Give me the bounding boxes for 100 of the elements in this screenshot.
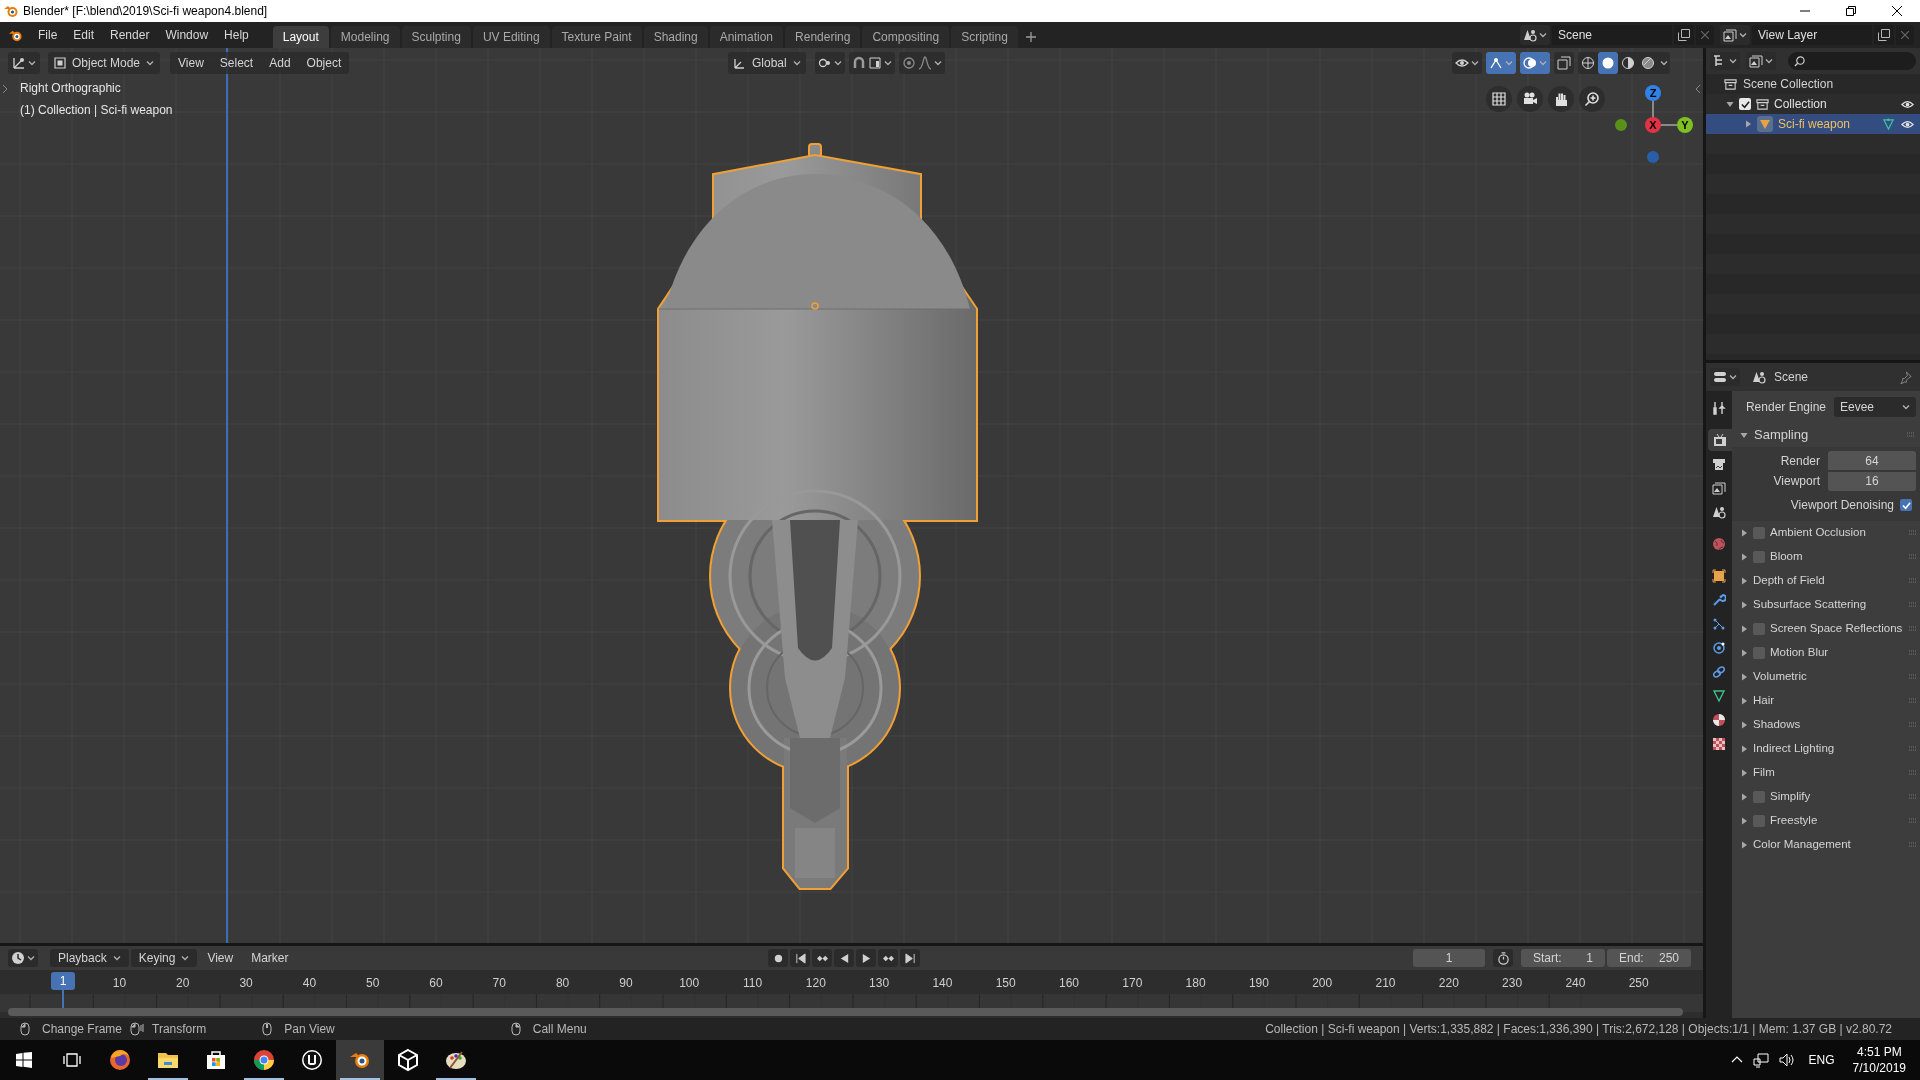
menu-item[interactable]: Object <box>298 52 350 74</box>
workspace-tab[interactable]: Shading <box>643 26 708 48</box>
panel-header[interactable]: Hair <box>1732 689 1920 713</box>
gizmo-button[interactable] <box>1486 52 1516 74</box>
drag-handle-icon[interactable] <box>1908 674 1916 680</box>
drag-handle-icon[interactable] <box>1908 770 1916 776</box>
collapsed-arrow-icon[interactable] <box>1740 649 1748 657</box>
pin-icon[interactable] <box>1899 370 1912 384</box>
playhead-frame[interactable]: 1 <box>51 972 75 990</box>
new-copy-button[interactable] <box>1674 25 1694 45</box>
panel-header[interactable]: Ambient Occlusion <box>1732 521 1920 545</box>
editor-type-button[interactable] <box>1710 368 1740 386</box>
jump-end-button[interactable] <box>900 949 920 967</box>
menu-item[interactable]: Select <box>211 52 262 74</box>
editor-type-button[interactable] <box>8 949 38 967</box>
outliner-row[interactable]: Sci-fi weapon <box>1706 114 1920 134</box>
panel-header[interactable]: Film <box>1732 761 1920 785</box>
outliner-row[interactable]: Collection <box>1706 94 1920 114</box>
workspace-tab[interactable]: Animation <box>709 26 784 48</box>
expanded-arrow-icon[interactable] <box>1726 100 1734 108</box>
display-mode-button[interactable] <box>1746 52 1776 70</box>
scene-field[interactable]: Scene <box>1552 25 1672 45</box>
sidebar-toggle-icon[interactable] <box>1695 84 1701 94</box>
play-reverse-button[interactable] <box>834 949 854 967</box>
language-indicator[interactable]: ENG <box>1808 1051 1835 1069</box>
new-copy-button[interactable] <box>1874 25 1894 45</box>
checkbox[interactable] <box>1900 499 1912 511</box>
overlays-button[interactable] <box>1520 52 1550 74</box>
menu-dropdown[interactable]: Playback <box>50 949 129 967</box>
network-icon[interactable] <box>1752 1052 1769 1068</box>
collapsed-arrow-icon[interactable] <box>1740 673 1748 681</box>
record-button[interactable] <box>768 949 788 967</box>
workspace-tab[interactable]: Sculpting <box>401 26 471 48</box>
search-field[interactable] <box>1788 52 1916 70</box>
workspace-tab[interactable]: UV Editing <box>472 26 550 48</box>
horizontal-scrollbar[interactable] <box>8 1008 1683 1016</box>
editor-type-button[interactable] <box>8 52 40 74</box>
checkbox[interactable] <box>1753 647 1765 659</box>
panel-header[interactable]: Simplify <box>1732 785 1920 809</box>
camera-button[interactable] <box>1517 86 1543 112</box>
sidebar-toggle-icon[interactable] <box>2 84 8 94</box>
drag-handle-icon[interactable] <box>1908 722 1916 728</box>
outliner-item[interactable]: Scene Collection <box>1743 75 1834 93</box>
collapsed-arrow-icon[interactable] <box>1740 817 1748 825</box>
drag-handle-icon[interactable] <box>1908 626 1916 632</box>
collapsed-arrow-icon[interactable] <box>1740 601 1748 609</box>
drag-handle-icon[interactable] <box>1908 650 1916 656</box>
taskbar-app-button[interactable] <box>336 1040 384 1080</box>
drag-handle-icon[interactable] <box>1908 746 1916 752</box>
editor-type-button[interactable] <box>1710 52 1740 70</box>
menu-item[interactable]: Marker <box>243 949 297 967</box>
clock-button[interactable]: 4:51 PM 7/10/2019 <box>1848 1044 1910 1076</box>
panel-header[interactable]: Depth of Field <box>1732 569 1920 593</box>
workspace-tab[interactable]: Texture Paint <box>551 26 642 48</box>
transform-orientation-dropdown[interactable]: Global <box>728 52 806 74</box>
previous-keyframe-button[interactable] <box>812 949 832 967</box>
view-layer-field[interactable]: View Layer <box>1752 25 1872 45</box>
grid-button[interactable] <box>1486 86 1512 112</box>
checkbox[interactable] <box>1753 527 1765 539</box>
next-keyframe-button[interactable] <box>878 949 898 967</box>
visibility-button[interactable] <box>1452 52 1482 74</box>
menu-item[interactable]: View <box>199 949 242 967</box>
current-frame-field[interactable]: 1 <box>1413 949 1485 967</box>
drag-handle-icon[interactable] <box>1908 794 1916 800</box>
checkbox[interactable] <box>1753 815 1765 827</box>
number-field[interactable]: 64 <box>1828 451 1916 470</box>
preview-range-button[interactable] <box>1493 949 1513 967</box>
panel-header[interactable]: Subsurface Scattering <box>1732 593 1920 617</box>
panel-header[interactable]: Indirect Lighting <box>1732 737 1920 761</box>
volume-icon[interactable] <box>1778 1052 1795 1068</box>
checkbox[interactable] <box>1739 98 1751 110</box>
collapsed-arrow-icon[interactable] <box>1740 793 1748 801</box>
end-frame-field[interactable]: End: 250 <box>1607 949 1691 967</box>
axis-handle[interactable]: X <box>1645 117 1661 133</box>
workspace-tab[interactable]: Layout <box>272 26 329 48</box>
jump-start-button[interactable] <box>790 949 810 967</box>
view-layer-selector[interactable] <box>1720 25 1750 45</box>
collapsed-arrow-icon[interactable] <box>1740 745 1748 753</box>
start-frame-field[interactable]: Start: 1 <box>1521 949 1605 967</box>
drag-handle-icon[interactable] <box>1908 842 1916 848</box>
menu-item[interactable]: Add <box>261 52 299 74</box>
scene-selector[interactable] <box>1520 25 1550 45</box>
menu-item[interactable]: Render <box>102 22 158 48</box>
checkbox[interactable] <box>1753 623 1765 635</box>
workspace-tab[interactable]: Compositing <box>862 26 950 48</box>
panel-header[interactable]: Freestyle <box>1732 809 1920 833</box>
panel-header[interactable]: Sampling <box>1732 423 1920 447</box>
collapsed-arrow-icon[interactable] <box>1740 769 1748 777</box>
panel-header[interactable]: Shadows <box>1732 713 1920 737</box>
menu-item[interactable]: Help <box>216 22 257 48</box>
mode-dropdown[interactable]: Object Mode <box>48 52 161 74</box>
mesh-data-icon[interactable] <box>1882 117 1895 131</box>
snap-button[interactable] <box>849 52 895 74</box>
drag-handle-icon[interactable] <box>1908 530 1916 536</box>
axis-handle[interactable]: Y <box>1677 117 1693 133</box>
axis-handle[interactable]: Z <box>1645 85 1661 101</box>
collapsed-arrow-icon[interactable] <box>1740 577 1748 585</box>
panel-header[interactable]: Bloom <box>1732 545 1920 569</box>
properties-tab[interactable] <box>1708 429 1732 451</box>
collapsed-arrow-icon[interactable] <box>1740 721 1748 729</box>
